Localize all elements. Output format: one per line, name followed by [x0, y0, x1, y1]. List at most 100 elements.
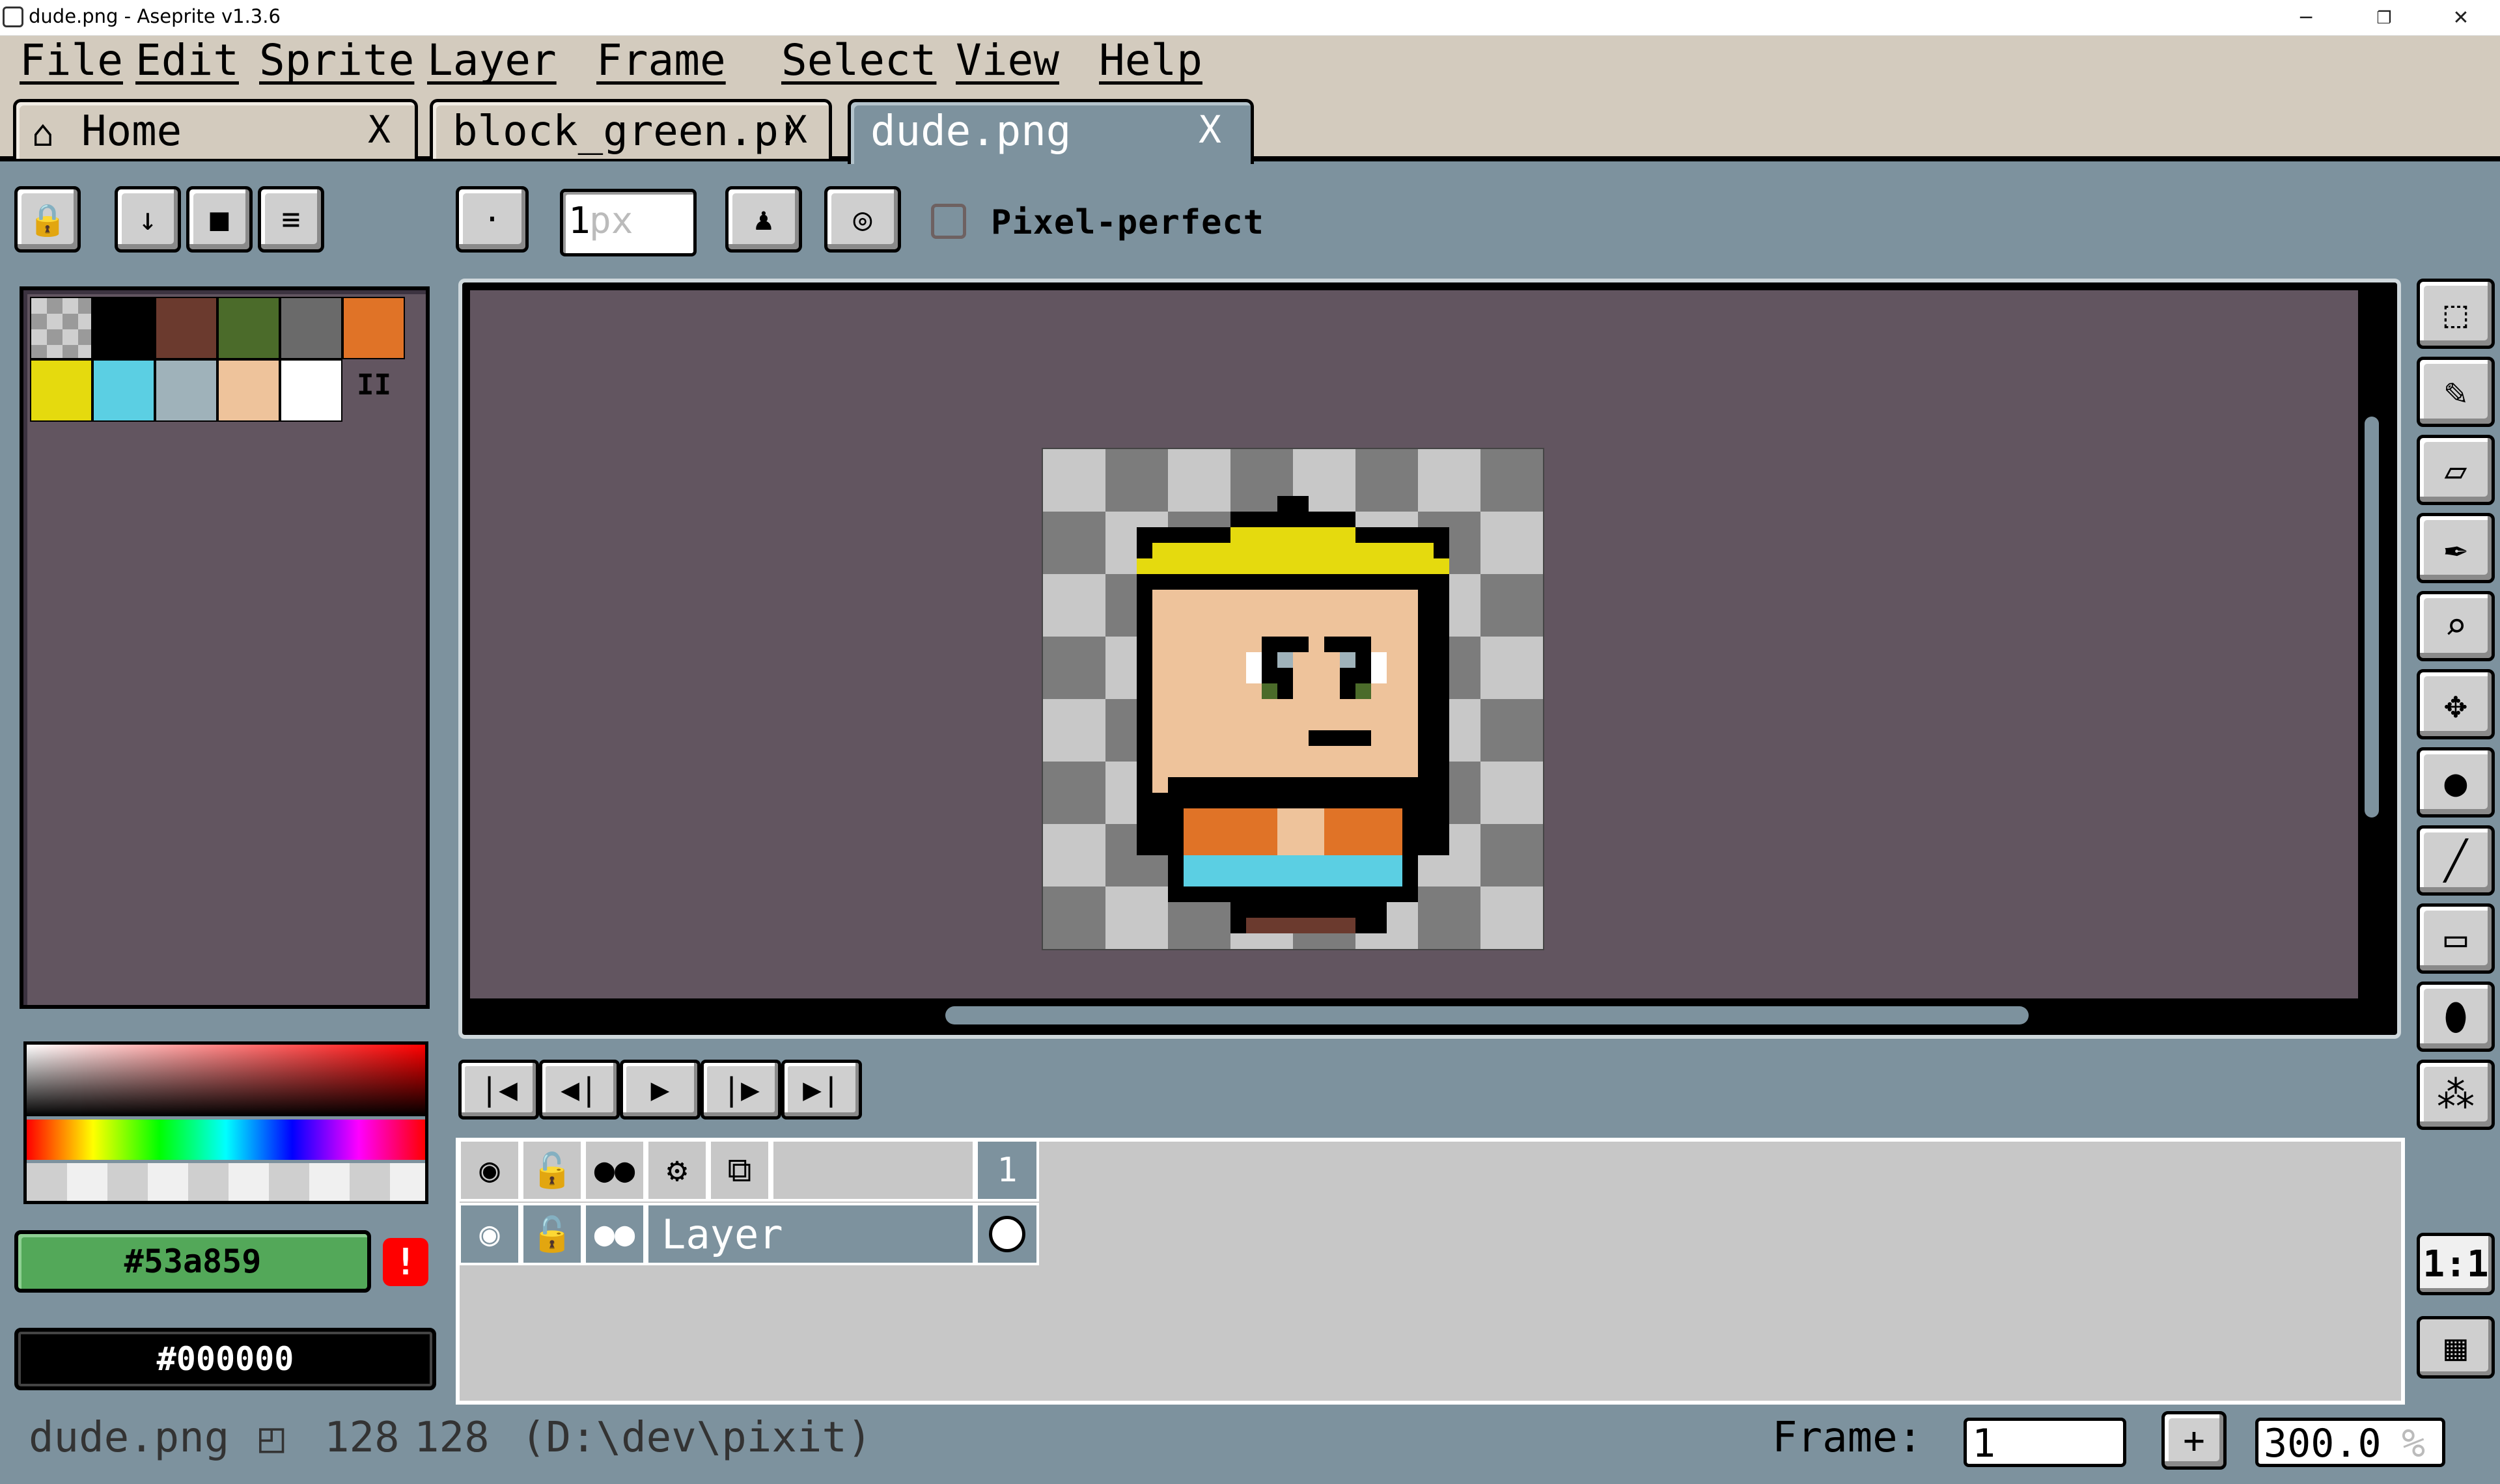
layer-lock-toggle[interactable]: 🔓	[521, 1203, 583, 1265]
status-width: 128	[324, 1414, 400, 1462]
zoom-icon: ⌕	[2444, 604, 2467, 648]
cel-dot-icon	[989, 1216, 1025, 1252]
next-frame-button[interactable]: |▶	[701, 1060, 781, 1120]
zoom-input[interactable]: 300.0 %	[2255, 1418, 2445, 1467]
swatch-dark-green[interactable]	[217, 297, 280, 359]
brush-size-value: 1	[568, 200, 590, 242]
swatch-orange[interactable]	[342, 297, 405, 359]
timeline-continuous-header[interactable]: ●●	[583, 1139, 646, 1202]
timeline-onion-header[interactable]: ⧉	[708, 1139, 771, 1202]
brush-size-input[interactable]: 1 px	[560, 189, 697, 256]
swatch-black[interactable]	[92, 297, 155, 359]
zoom-tool[interactable]: ⌕	[2417, 591, 2495, 661]
restore-button[interactable]: ❐	[2346, 0, 2422, 36]
first-frame-button[interactable]: |◀	[458, 1060, 539, 1120]
swatch-skin[interactable]	[217, 359, 280, 422]
timeline-visibility-header[interactable]: ◉	[458, 1139, 521, 1202]
swatch-yellow[interactable]	[30, 359, 92, 422]
eyedropper-tool[interactable]: ✒	[2417, 513, 2495, 583]
swatch-cyan[interactable]	[92, 359, 155, 422]
palette-options-button[interactable]: ↓	[115, 186, 181, 253]
brush-type-button[interactable]: ·	[456, 186, 529, 253]
vertical-scrollbar[interactable]	[2365, 417, 2379, 818]
menu-file[interactable]: File	[20, 35, 123, 85]
layer-continuous-toggle[interactable]: ●●	[583, 1203, 646, 1265]
foreground-color-button[interactable]: #53a859	[14, 1230, 371, 1293]
pixel-perfect-checkbox[interactable]	[931, 204, 966, 239]
menu-view[interactable]: View	[956, 35, 1059, 85]
menu-sprite[interactable]: Sprite	[259, 35, 414, 85]
frame-1-header[interactable]: 1	[975, 1139, 1039, 1202]
minimize-button[interactable]: ─	[2268, 0, 2344, 36]
move-icon: ✥	[2444, 682, 2467, 726]
zoom-one-to-one-button[interactable]: 1:1	[2417, 1233, 2495, 1295]
menu-layer[interactable]: Layer	[427, 35, 557, 85]
frame-input-value: 1	[1972, 1421, 1996, 1466]
timeline-lock-header[interactable]: 🔓	[521, 1139, 583, 1202]
swatch-brown[interactable]	[155, 297, 217, 359]
add-frame-button[interactable]: +	[2161, 1411, 2227, 1470]
swatch-white[interactable]	[280, 359, 342, 422]
tab-home-close-icon[interactable]: X	[368, 107, 391, 152]
fill-tool[interactable]: ●	[2417, 747, 2495, 818]
zoom-input-value: 300.0	[2264, 1421, 2382, 1466]
tab-dude-png-close-icon[interactable]: X	[1199, 107, 1221, 152]
continuous-icon: ●●	[594, 1151, 635, 1190]
background-color-button[interactable]: #000000	[14, 1328, 436, 1390]
tab-block-green-close-icon[interactable]: X	[785, 107, 807, 152]
brush-size-unit: px	[589, 200, 633, 242]
color-spectrum[interactable]	[23, 1041, 428, 1204]
rectangle-tool[interactable]: ▭	[2417, 903, 2495, 974]
swatch-transparent[interactable]	[30, 297, 92, 359]
tab-block-green-label: block_green.pr	[452, 107, 791, 156]
filmstrip-button[interactable]: ▦	[2417, 1316, 2495, 1379]
play-button[interactable]: ▶	[620, 1060, 701, 1120]
settings-sliders-icon: ⚙	[667, 1151, 688, 1190]
eraser-tool[interactable]: ▱	[2417, 435, 2495, 505]
pencil-tool[interactable]: ✎	[2417, 357, 2495, 427]
last-frame-button[interactable]: ▶|	[781, 1060, 862, 1120]
alpha-slider[interactable]	[27, 1163, 425, 1201]
blur-tool[interactable]: ⬮	[2417, 982, 2495, 1052]
tab-dude-png[interactable]: dude.png X	[848, 99, 1254, 164]
ink-button[interactable]: ♟	[725, 186, 802, 253]
menu-help[interactable]: Help	[1099, 35, 1202, 85]
tab-block-green[interactable]: block_green.pr X	[430, 99, 832, 159]
lock-palette-button[interactable]: 🔒	[14, 186, 81, 253]
hue-slider[interactable]	[27, 1120, 425, 1160]
palette-sort-button[interactable]: ■	[186, 186, 253, 253]
palette-menu-button[interactable]: ≡	[258, 186, 324, 253]
swatch-gray[interactable]	[280, 297, 342, 359]
sprite-canvas[interactable]	[1042, 448, 1544, 950]
layer-cel-frame-1[interactable]	[975, 1203, 1039, 1265]
line-tool[interactable]: ╱	[2417, 825, 2495, 896]
horizontal-scrollbar[interactable]	[945, 1006, 2029, 1024]
close-window-button[interactable]: ✕	[2423, 0, 2499, 36]
move-tool[interactable]: ✥	[2417, 669, 2495, 739]
timeline-settings-header[interactable]: ⚙	[646, 1139, 708, 1202]
swatch-blue-gray[interactable]	[155, 359, 217, 422]
palette-resize-handle[interactable]: II	[357, 368, 391, 402]
rectangle-icon: ▭	[2444, 916, 2467, 961]
menu-select[interactable]: Select	[781, 35, 936, 85]
layer-name[interactable]: Layer	[646, 1203, 975, 1265]
arrow-down-icon: ↓	[138, 201, 158, 238]
menu-edit[interactable]: Edit	[135, 35, 239, 85]
spray-icon: ⁂	[2437, 1073, 2475, 1117]
lock-open-icon: 🔓	[531, 1151, 574, 1190]
layer-visibility-toggle[interactable]: ◉	[458, 1203, 521, 1265]
menu-frame[interactable]: Frame	[596, 35, 726, 85]
color-warning-icon[interactable]: !	[383, 1238, 428, 1286]
tab-dude-png-label: dude.png	[870, 107, 1072, 156]
onion-skin-icon: ⧉	[727, 1150, 752, 1190]
spray-tool[interactable]: ⁂	[2417, 1060, 2495, 1130]
symmetry-button[interactable]: ◎	[824, 186, 901, 253]
zoom-input-unit: %	[2402, 1421, 2426, 1466]
marquee-tool[interactable]: ⬚	[2417, 279, 2495, 349]
frame-input[interactable]: 1	[1964, 1418, 2126, 1467]
dot-brush-icon: ·	[482, 201, 502, 238]
tab-home[interactable]: ⌂ Home X	[13, 99, 418, 159]
prev-frame-button[interactable]: ◀|	[539, 1060, 620, 1120]
status-path: (D:\dev\pixit)	[521, 1414, 872, 1462]
frame-label: Frame:	[1772, 1414, 1923, 1462]
